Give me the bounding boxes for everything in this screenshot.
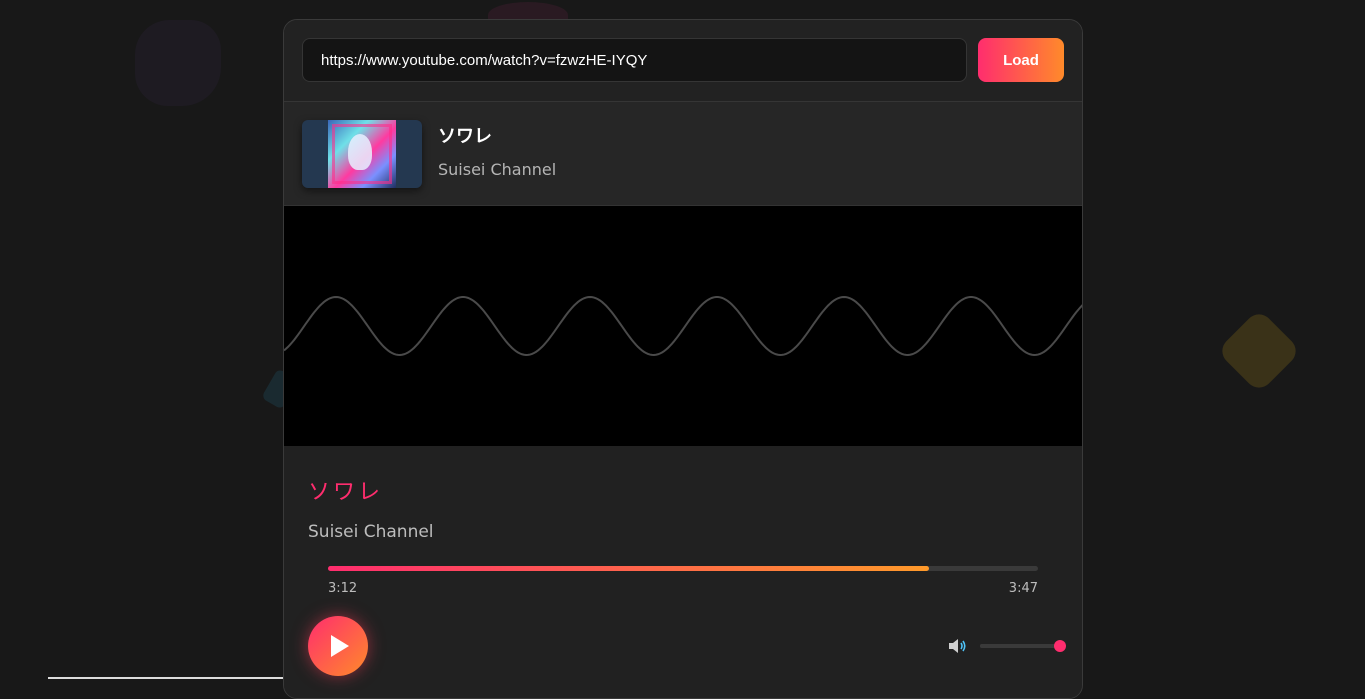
track-title: ソワレ — [438, 126, 492, 147]
load-button[interactable]: Load — [978, 38, 1064, 82]
time-readout: 3:12 3:47 — [328, 581, 1038, 596]
album-art-image — [328, 120, 396, 188]
audio-visualizer — [284, 206, 1082, 446]
volume-control — [948, 637, 1066, 655]
url-input[interactable] — [302, 38, 967, 82]
track-meta: ソワレ Suisei Channel — [438, 120, 556, 179]
duration-time: 3:47 — [1008, 581, 1038, 596]
url-bar: Load — [284, 20, 1082, 102]
background-shape-gold — [1216, 308, 1302, 394]
progress-bar[interactable] — [328, 566, 1038, 571]
controls-row — [308, 616, 1066, 676]
track-thumbnail — [302, 120, 422, 188]
progress-area: 3:12 3:47 — [328, 566, 1038, 596]
background-shape-purple — [135, 20, 221, 106]
progress-fill — [328, 566, 929, 571]
volume-thumb[interactable] — [1054, 640, 1066, 652]
waveform-line — [284, 295, 1082, 356]
player-card: Load ソワレ Suisei Channel ソワレ Suisei Chann… — [283, 19, 1083, 699]
play-icon — [331, 635, 349, 657]
play-button[interactable] — [308, 616, 368, 676]
track-header: ソワレ Suisei Channel — [284, 102, 1082, 206]
track-channel: Suisei Channel — [438, 160, 557, 179]
speaker-icon[interactable] — [948, 637, 968, 655]
player-title: ソワレ — [308, 480, 384, 505]
player-section: ソワレ Suisei Channel 3:12 3:47 — [284, 446, 1082, 698]
volume-fill — [980, 644, 1060, 648]
waveform — [284, 295, 1082, 356]
volume-slider[interactable] — [980, 640, 1066, 652]
current-time: 3:12 — [328, 581, 358, 596]
player-channel: Suisei Channel — [308, 522, 434, 542]
